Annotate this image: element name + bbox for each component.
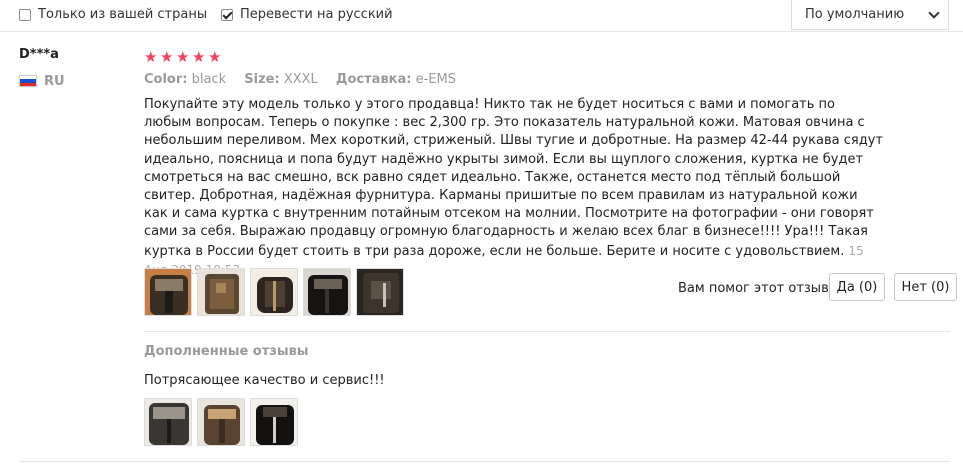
- star-icon: ★: [192, 48, 206, 66]
- size-label: Size:: [244, 72, 280, 87]
- rating-stars: ★ ★ ★ ★ ★: [144, 48, 224, 66]
- sort-select[interactable]: По умолчанию: [791, 0, 949, 30]
- sort-selected-value: По умолчанию: [805, 7, 905, 22]
- star-icon: ★: [160, 48, 174, 66]
- star-icon: ★: [176, 48, 190, 66]
- photo-thumbnail[interactable]: [197, 398, 245, 446]
- photo-thumbnail[interactable]: [144, 398, 192, 446]
- helpful-question: Вам помог этот отзыв?: [678, 281, 836, 296]
- review-photos: [144, 268, 404, 316]
- chevron-down-icon: [928, 7, 940, 19]
- divider: [19, 461, 950, 462]
- size-value: XXXL: [283, 72, 318, 87]
- color-label: Color:: [144, 72, 188, 87]
- order-info: Color: black Size: XXXL Доставка: e-EMS: [144, 72, 470, 87]
- additional-review-photos: [144, 398, 298, 446]
- delivery-label: Доставка:: [335, 72, 412, 87]
- review-text: Покупайте эту модель только у этого прод…: [144, 96, 884, 280]
- helpful-yes-button[interactable]: Да (0): [829, 273, 885, 301]
- translate-filter[interactable]: Перевести на русский: [221, 7, 393, 22]
- star-icon: ★: [208, 48, 222, 66]
- reviewer-name: D***a: [19, 47, 59, 62]
- helpful-no-button[interactable]: Нет (0): [894, 273, 957, 301]
- photo-thumbnail[interactable]: [250, 268, 298, 316]
- own-country-label: Только из вашей страны: [38, 7, 208, 22]
- additional-review-text: Потрясающее качество и сервис!!!: [144, 373, 385, 388]
- photo-thumbnail[interactable]: [144, 268, 192, 316]
- photo-thumbnail[interactable]: [250, 398, 298, 446]
- star-icon: ★: [144, 48, 158, 66]
- russia-flag-icon: [19, 75, 37, 87]
- photo-thumbnail[interactable]: [356, 268, 404, 316]
- delivery-value: e-EMS: [415, 72, 456, 87]
- reviewer-country: RU: [44, 74, 65, 89]
- own-country-filter[interactable]: Только из вашей страны: [19, 7, 207, 22]
- own-country-checkbox[interactable]: [19, 8, 31, 21]
- filter-bar: Только из вашей страны Перевести на русс…: [0, 0, 963, 32]
- divider: [144, 331, 950, 332]
- photo-thumbnail[interactable]: [303, 268, 351, 316]
- color-value: black: [191, 72, 227, 87]
- translate-checkbox[interactable]: [221, 8, 233, 21]
- additional-review-title: Дополненные отзывы: [144, 344, 309, 359]
- review-body: Покупайте эту модель только у этого прод…: [144, 97, 883, 259]
- translate-label: Перевести на русский: [240, 7, 393, 22]
- photo-thumbnail[interactable]: [197, 268, 245, 316]
